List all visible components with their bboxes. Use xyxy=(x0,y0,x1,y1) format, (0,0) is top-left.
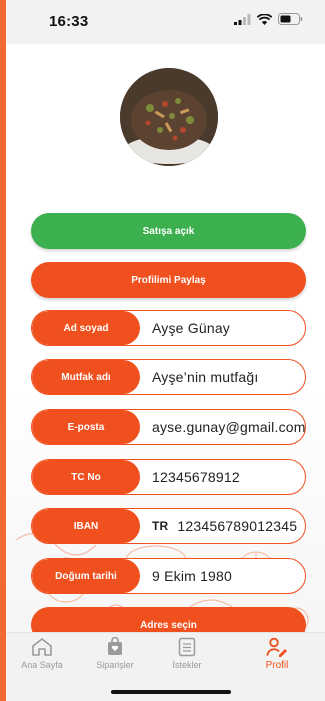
tab-requests-label: İstekler xyxy=(172,660,202,670)
tc-no-label: TC No xyxy=(32,460,140,494)
share-profile-button[interactable]: Profilimi Paylaş xyxy=(31,262,306,298)
home-indicator xyxy=(111,690,231,694)
kitchen-name-label: Mutfak adı xyxy=(32,360,140,394)
name-value: Ayşe Günay xyxy=(152,320,231,336)
iban-label: IBAN xyxy=(32,509,140,543)
food-photo-icon xyxy=(120,68,218,166)
tc-no-field[interactable]: TC No 12345678912 xyxy=(31,459,306,495)
iban-field[interactable]: IBAN TR 123456789012345 xyxy=(31,508,306,544)
kitchen-name-value: Ayşe’nin mutfağı xyxy=(152,369,259,385)
sale-status-button[interactable]: Satışa açık xyxy=(31,213,306,249)
name-label: Ad soyad xyxy=(32,311,140,345)
tab-home-label: Ana Sayfa xyxy=(21,660,63,670)
profile-edit-icon xyxy=(266,637,287,657)
birth-date-field[interactable]: Doğum tarihi 9 Ekim 1980 xyxy=(31,558,306,594)
wifi-icon xyxy=(257,13,272,25)
status-time: 16:33 xyxy=(49,13,89,30)
battery-icon xyxy=(278,13,303,25)
signal-icon xyxy=(234,13,251,25)
status-icons xyxy=(234,13,303,25)
name-field[interactable]: Ad soyad Ayşe Günay xyxy=(31,310,306,346)
email-field[interactable]: E-posta ayse.gunay@gmail.com xyxy=(31,409,306,445)
shopping-bag-icon xyxy=(108,637,122,655)
list-icon xyxy=(178,637,196,657)
tab-orders[interactable]: Siparişler xyxy=(80,637,150,670)
tab-requests[interactable]: İstekler xyxy=(152,637,222,670)
tab-orders-label: Siparişler xyxy=(96,660,134,670)
iban-country-prefix: TR xyxy=(152,519,169,533)
home-icon xyxy=(32,638,52,656)
tc-no-value: 12345678912 xyxy=(152,469,240,485)
tab-home[interactable]: Ana Sayfa xyxy=(7,637,77,670)
birth-date-value: 9 Ekim 1980 xyxy=(152,568,233,584)
tab-profile-label: Profil xyxy=(265,660,289,671)
tab-profile[interactable]: Profil xyxy=(242,637,312,671)
email-label: E-posta xyxy=(32,410,140,444)
iban-value-wrap: TR 123456789012345 xyxy=(152,509,297,543)
status-bar: 16:33 xyxy=(6,0,325,44)
kitchen-name-field[interactable]: Mutfak adı Ayşe’nin mutfağı xyxy=(31,359,306,395)
iban-value: 123456789012345 xyxy=(177,518,298,534)
email-value: ayse.gunay@gmail.com xyxy=(152,419,306,435)
birth-date-label: Doğum tarihi xyxy=(32,559,140,593)
avatar[interactable] xyxy=(120,68,218,166)
profile-screen: 16:33 Satışa açık Profilimi Paylaş Ad so… xyxy=(6,0,325,701)
